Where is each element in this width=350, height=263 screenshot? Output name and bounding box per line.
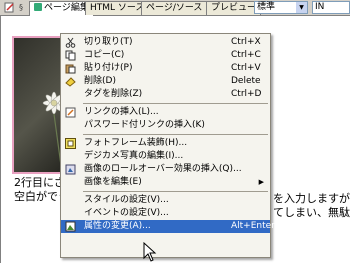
menu-item-label: タグを削除(Z)	[84, 89, 143, 99]
edit-mode-icon[interactable]	[4, 2, 15, 13]
menu-item-properties[interactable]: 属性の変更(A)... Alt+Enter	[61, 220, 275, 233]
menu-item-insert-link[interactable]: リンクの挿入(L)...	[61, 106, 270, 119]
properties-icon	[65, 221, 76, 232]
tab-html-source-label: HTML ソース	[90, 3, 145, 13]
tab-page-source-label: ページ/ソース	[146, 3, 203, 13]
menu-item-label: 切り取り(T)	[84, 37, 133, 47]
context-menu: 切り取り(T) Ctrl+X コピー(C) Ctrl+C 貼り付け(P) Ctr…	[60, 33, 275, 258]
frame-icon	[65, 138, 76, 149]
menu-item-label: スタイルの設定(V)...	[84, 195, 169, 205]
document-text-line: てしまい、無駄な	[273, 206, 350, 219]
menu-item-label: 画像のロールオーバー効果の挿入(Q)...	[84, 164, 242, 174]
scissors-icon	[65, 37, 76, 48]
document-text-line: 2行目にさ	[14, 176, 65, 189]
menu-item-delete[interactable]: 削除(D) Delete	[61, 75, 270, 88]
menu-item-copy[interactable]: コピー(C) Ctrl+C	[61, 49, 270, 62]
eraser-icon	[65, 77, 76, 87]
menu-item-cut[interactable]: 切り取り(T) Ctrl+X	[61, 36, 270, 49]
menu-item-label: パスワード付リンクの挿入(K)	[84, 120, 205, 130]
menu-item-shortcut: Ctrl+C	[231, 50, 261, 60]
menu-item-shortcut: Ctrl+V	[231, 63, 261, 73]
menu-item-label: 属性の変更(A)...	[84, 221, 151, 231]
copy-icon	[65, 50, 76, 61]
menu-item-label: イベントの設定(V)...	[84, 208, 169, 218]
submenu-arrow-icon: ▶	[258, 178, 264, 186]
menu-item-label: コピー(C)	[84, 50, 125, 60]
menu-item-style-settings[interactable]: スタイルの設定(V)...	[61, 194, 270, 207]
menu-item-rollover[interactable]: 画像のロールオーバー効果の挿入(Q)...	[61, 163, 270, 176]
chevron-down-icon[interactable]: ▼	[296, 2, 307, 13]
menu-item-label: リンクの挿入(L)...	[84, 107, 159, 117]
menu-item-label: 削除(D)	[84, 76, 116, 86]
menu-item-label: 画像を編集(E)	[84, 177, 142, 187]
menu-item-insert-password-link[interactable]: パスワード付リンクの挿入(K)	[61, 119, 270, 132]
page-edit-tab-icon	[34, 3, 42, 11]
menu-item-label: デジカメ写真の編集(I)...	[84, 151, 184, 161]
tab-preview[interactable]: プレビュー	[206, 1, 262, 15]
menu-item-event-settings[interactable]: イベントの設定(V)...	[61, 207, 270, 220]
menu-item-shortcut: Delete	[231, 76, 261, 86]
menu-item-edit-photo[interactable]: デジカメ写真の編集(I)...	[61, 150, 270, 163]
mouse-pointer-icon	[143, 242, 157, 262]
paragraph-style-value: 標準	[257, 2, 276, 12]
view-tab-bar: § ページ編集 HTML ソース ページ/ソース プレビュー 標準 ▼ IN	[0, 0, 350, 16]
link-icon	[65, 107, 76, 118]
menu-separator	[83, 191, 268, 192]
menu-item-remove-tag[interactable]: タグを削除(Z) Ctrl+D	[61, 88, 270, 101]
secondary-select-value: IN	[315, 2, 325, 12]
document-text-line: を入力しますが、	[273, 192, 350, 205]
menu-separator	[83, 134, 268, 135]
menu-item-photo-frame[interactable]: フォトフレーム装飾(H)...	[61, 137, 270, 150]
tab-page-source[interactable]: ページ/ソース	[141, 1, 208, 15]
menu-item-label: 貼り付け(P)	[84, 63, 133, 73]
tab-preview-label: プレビュー	[211, 3, 257, 13]
menu-separator	[83, 103, 268, 104]
menu-item-edit-image[interactable]: 画像を編集(E) ▶	[61, 176, 270, 189]
tab-page-edit-label: ページ編集	[44, 3, 89, 13]
secondary-select[interactable]: IN	[312, 1, 350, 14]
menu-item-shortcut: Ctrl+X	[231, 37, 261, 47]
paragraph-style-select[interactable]: 標準 ▼	[254, 1, 308, 14]
menu-item-shortcut: Alt+Enter	[231, 221, 275, 231]
menu-item-paste[interactable]: 貼り付け(P) Ctrl+V	[61, 62, 270, 75]
tab-html-source[interactable]: HTML ソース	[85, 1, 150, 15]
rollover-icon	[65, 164, 76, 175]
paste-icon	[65, 64, 76, 74]
menu-item-shortcut: Ctrl+D	[231, 89, 262, 99]
section-flag-icon: §	[19, 3, 23, 12]
menu-item-label: フォトフレーム装飾(H)...	[84, 138, 188, 148]
